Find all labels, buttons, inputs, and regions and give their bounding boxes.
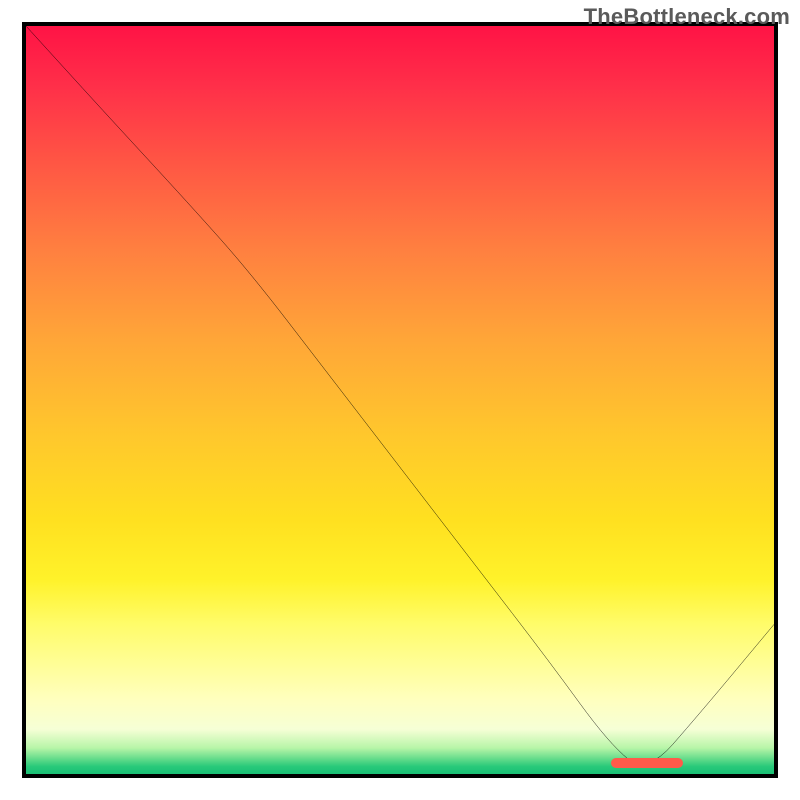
bottleneck-curve	[26, 26, 774, 774]
bottleneck-curve-path	[26, 26, 774, 764]
optimal-marker	[611, 758, 683, 768]
plot-area	[26, 26, 774, 774]
chart-frame	[22, 22, 778, 778]
watermark-text: TheBottleneck.com	[584, 4, 790, 30]
